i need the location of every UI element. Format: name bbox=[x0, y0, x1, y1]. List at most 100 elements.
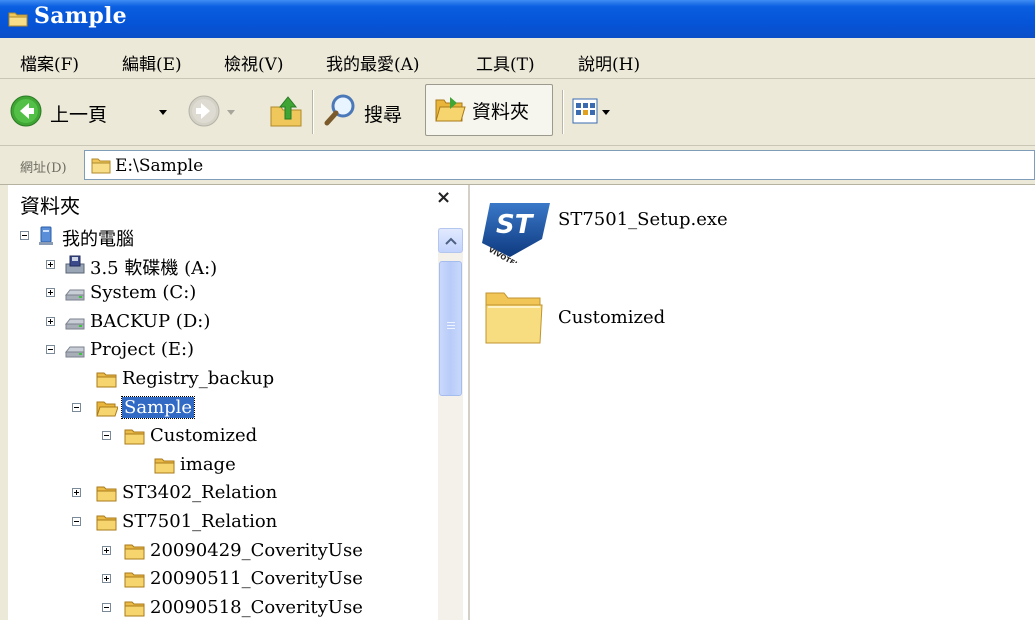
file-item-customized-folder[interactable]: Customized bbox=[482, 285, 782, 355]
back-button[interactable]: 上一頁 bbox=[10, 93, 150, 129]
tree-item-label: 20090518_CoverityUse bbox=[150, 596, 363, 618]
tree-item-label: Sample bbox=[120, 395, 196, 419]
scroll-thumb[interactable] bbox=[439, 261, 462, 396]
collapse-icon[interactable] bbox=[72, 517, 81, 526]
tree-item[interactable]: 20090511_CoverityUse bbox=[8, 566, 438, 594]
file-name: Customized bbox=[558, 307, 666, 328]
menu-tools[interactable]: 工具(T) bbox=[476, 50, 535, 75]
open-folder-icon bbox=[96, 401, 118, 417]
tree-item-label: ST7501_Relation bbox=[122, 511, 278, 532]
my-computer-icon bbox=[39, 226, 53, 245]
file-item-setup-exe[interactable]: ST VIVOTEK ST7501_Setup.exe bbox=[480, 199, 780, 265]
tree-item[interactable]: System (C:) bbox=[8, 280, 438, 308]
folders-button-label: 資料夾 bbox=[472, 101, 530, 123]
tree-item[interactable]: 我的電腦 bbox=[8, 223, 438, 251]
toolbar-separator bbox=[312, 90, 314, 134]
title-bar[interactable]: Sample bbox=[0, 0, 1035, 38]
up-folder-icon[interactable] bbox=[268, 93, 304, 129]
folder-icon bbox=[124, 429, 145, 445]
folder-icon bbox=[124, 601, 145, 617]
back-arrow-icon bbox=[10, 95, 42, 127]
floppy-drive-icon bbox=[65, 255, 85, 274]
close-icon[interactable]: × bbox=[436, 187, 451, 208]
expand-icon[interactable] bbox=[72, 488, 81, 498]
folder-icon bbox=[154, 458, 175, 474]
large-folder-icon bbox=[485, 292, 543, 344]
folders-icon bbox=[435, 97, 466, 122]
search-button-label: 搜尋 bbox=[364, 104, 403, 126]
collapse-icon[interactable] bbox=[102, 431, 111, 441]
address-label: 網址(D) bbox=[20, 161, 67, 176]
menu-file[interactable]: 檔案(F) bbox=[20, 50, 79, 75]
tree-item[interactable]: BACKUP (D:) bbox=[8, 309, 438, 337]
hard-drive-icon bbox=[64, 346, 85, 358]
search-button[interactable]: 搜尋 bbox=[324, 93, 420, 129]
file-name: ST7501_Setup.exe bbox=[558, 209, 728, 230]
window-title: Sample bbox=[34, 3, 127, 29]
views-dropdown-icon[interactable] bbox=[601, 109, 611, 117]
tree-item[interactable]: 20090429_CoverityUse bbox=[8, 538, 438, 566]
hard-drive-icon bbox=[64, 318, 85, 330]
tree-item[interactable]: 20090518_CoverityUse bbox=[8, 595, 438, 623]
tree-item[interactable]: Sample bbox=[8, 395, 438, 423]
menu-edit[interactable]: 編輯(E) bbox=[122, 50, 182, 75]
folders-button[interactable]: 資料夾 bbox=[425, 84, 553, 136]
tree-item[interactable]: Registry_backup bbox=[8, 366, 438, 394]
folder-icon bbox=[96, 486, 117, 502]
folders-pane: 資料夾 × 我的電腦 3.5 軟碟機 (A:) System (C:) BACKUP … bbox=[8, 185, 470, 620]
scroll-up-button[interactable] bbox=[438, 228, 463, 253]
back-button-label: 上一頁 bbox=[50, 104, 108, 126]
toolbar: 上一頁 搜尋 資料夾 bbox=[0, 79, 1035, 146]
folder-icon bbox=[91, 158, 111, 174]
tree-item-label: 我的電腦 bbox=[62, 229, 134, 250]
tree-item-label: Registry_backup bbox=[122, 368, 275, 389]
tree-item-label: BACKUP (D:) bbox=[90, 310, 211, 332]
tree-item[interactable]: ST7501_Relation bbox=[8, 509, 438, 537]
file-list-pane: ST VIVOTEK ST7501_Setup.exe Customized bbox=[470, 185, 1035, 620]
address-bar: 網址(D) E:\Sample bbox=[0, 146, 1035, 185]
collapse-icon[interactable] bbox=[72, 402, 81, 412]
search-icon bbox=[324, 94, 355, 126]
window-left-border bbox=[0, 185, 8, 620]
collapse-icon[interactable] bbox=[46, 345, 55, 355]
folders-pane-title: 資料夾 bbox=[20, 194, 80, 218]
toolbar-separator bbox=[562, 90, 564, 134]
menu-favorites[interactable]: 我的最愛(A) bbox=[326, 50, 420, 75]
svg-text:ST: ST bbox=[496, 210, 535, 240]
folder-icon bbox=[8, 12, 28, 27]
folder-tree: 我的電腦 3.5 軟碟機 (A:) System (C:) BACKUP (D:) Pr… bbox=[8, 223, 438, 620]
tree-item[interactable]: Project (E:) bbox=[8, 337, 438, 365]
tree-item[interactable]: Customized bbox=[8, 423, 438, 451]
tree-item-label: Project (E:) bbox=[90, 339, 195, 361]
collapse-icon[interactable] bbox=[102, 602, 111, 612]
forward-arrow-icon[interactable] bbox=[188, 95, 220, 127]
menu-help[interactable]: 說明(H) bbox=[578, 50, 640, 75]
tree-item[interactable]: ST3402_Relation bbox=[8, 480, 438, 508]
address-input[interactable]: E:\Sample bbox=[84, 150, 1035, 180]
chevron-up-icon bbox=[445, 237, 457, 245]
expand-icon[interactable] bbox=[102, 574, 111, 584]
collapse-icon[interactable] bbox=[20, 231, 29, 240]
folder-icon bbox=[124, 544, 145, 560]
tree-item-label: Customized bbox=[150, 425, 258, 447]
forward-dropdown-icon[interactable] bbox=[226, 109, 236, 117]
st-setup-exe-icon: ST VIVOTEK bbox=[482, 203, 550, 263]
address-value: E:\Sample bbox=[115, 156, 204, 176]
tree-item[interactable]: 3.5 軟碟機 (A:) bbox=[8, 252, 438, 280]
menu-bar: 檔案(F) 編輯(E) 檢視(V) 我的最愛(A) 工具(T) 說明(H) bbox=[0, 38, 1035, 79]
tree-item-label: image bbox=[180, 453, 236, 475]
hard-drive-icon bbox=[64, 289, 85, 301]
menu-view[interactable]: 檢視(V) bbox=[224, 50, 284, 75]
tree-item-label: 20090511_CoverityUse bbox=[150, 568, 363, 590]
back-dropdown-icon[interactable] bbox=[158, 109, 168, 117]
views-icon[interactable] bbox=[572, 98, 598, 124]
expand-icon[interactable] bbox=[46, 288, 55, 298]
tree-scrollbar[interactable] bbox=[438, 228, 463, 620]
folder-icon bbox=[96, 372, 117, 388]
tree-item[interactable]: image bbox=[8, 452, 438, 480]
expand-icon[interactable] bbox=[46, 259, 55, 269]
expand-icon[interactable] bbox=[46, 316, 55, 326]
tree-item-label: 3.5 軟碟機 (A:) bbox=[90, 257, 218, 279]
expand-icon[interactable] bbox=[102, 545, 111, 555]
folder-icon bbox=[96, 515, 117, 531]
